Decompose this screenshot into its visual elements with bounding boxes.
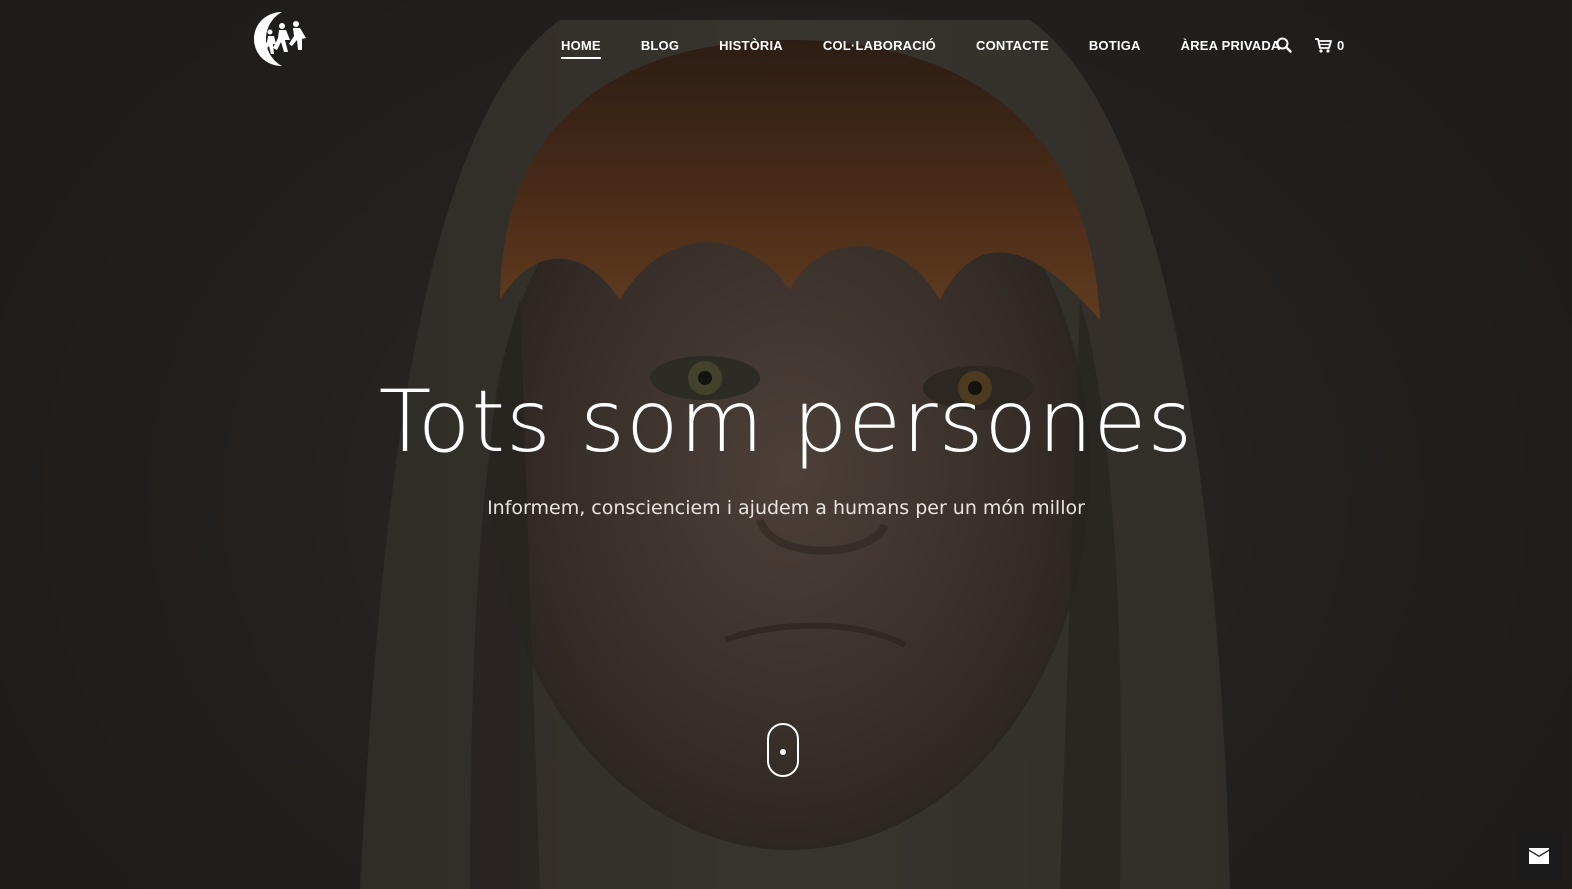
contact-button[interactable]	[1516, 833, 1562, 879]
hero-section: HOME BLOG HISTÒRIA COL·LABORACIÓ CONTACT…	[0, 0, 1572, 889]
scroll-dot	[780, 749, 786, 755]
nav-home[interactable]: HOME	[561, 37, 601, 59]
site-logo[interactable]	[252, 10, 310, 68]
site-header: HOME BLOG HISTÒRIA COL·LABORACIÓ CONTACT…	[0, 0, 1572, 90]
nav-area-privada[interactable]: ÀREA PRIVADA	[1181, 37, 1281, 55]
nav-contacte[interactable]: CONTACTE	[976, 37, 1049, 55]
nav-botiga[interactable]: BOTIGA	[1089, 37, 1141, 55]
cart-count: 0	[1337, 37, 1345, 53]
main-nav: HOME BLOG HISTÒRIA COL·LABORACIÓ CONTACT…	[561, 36, 1321, 59]
hero-subtitle: Informem, conscienciem i ajudem a humans…	[487, 497, 1085, 519]
cart-button[interactable]: 0	[1314, 37, 1344, 53]
nav-blog[interactable]: BLOG	[641, 37, 679, 55]
refugees-running-logo-icon	[254, 12, 306, 66]
mouse-scroll-icon[interactable]	[767, 723, 799, 777]
search-icon[interactable]	[1276, 37, 1292, 53]
envelope-icon	[1529, 848, 1549, 864]
nav-collaboracio[interactable]: COL·LABORACIÓ	[823, 37, 936, 55]
hero-title: Tots som persones	[378, 372, 1194, 472]
cart-icon	[1315, 38, 1332, 53]
nav-historia[interactable]: HISTÒRIA	[719, 37, 783, 55]
header-actions: 0	[1276, 35, 1344, 55]
